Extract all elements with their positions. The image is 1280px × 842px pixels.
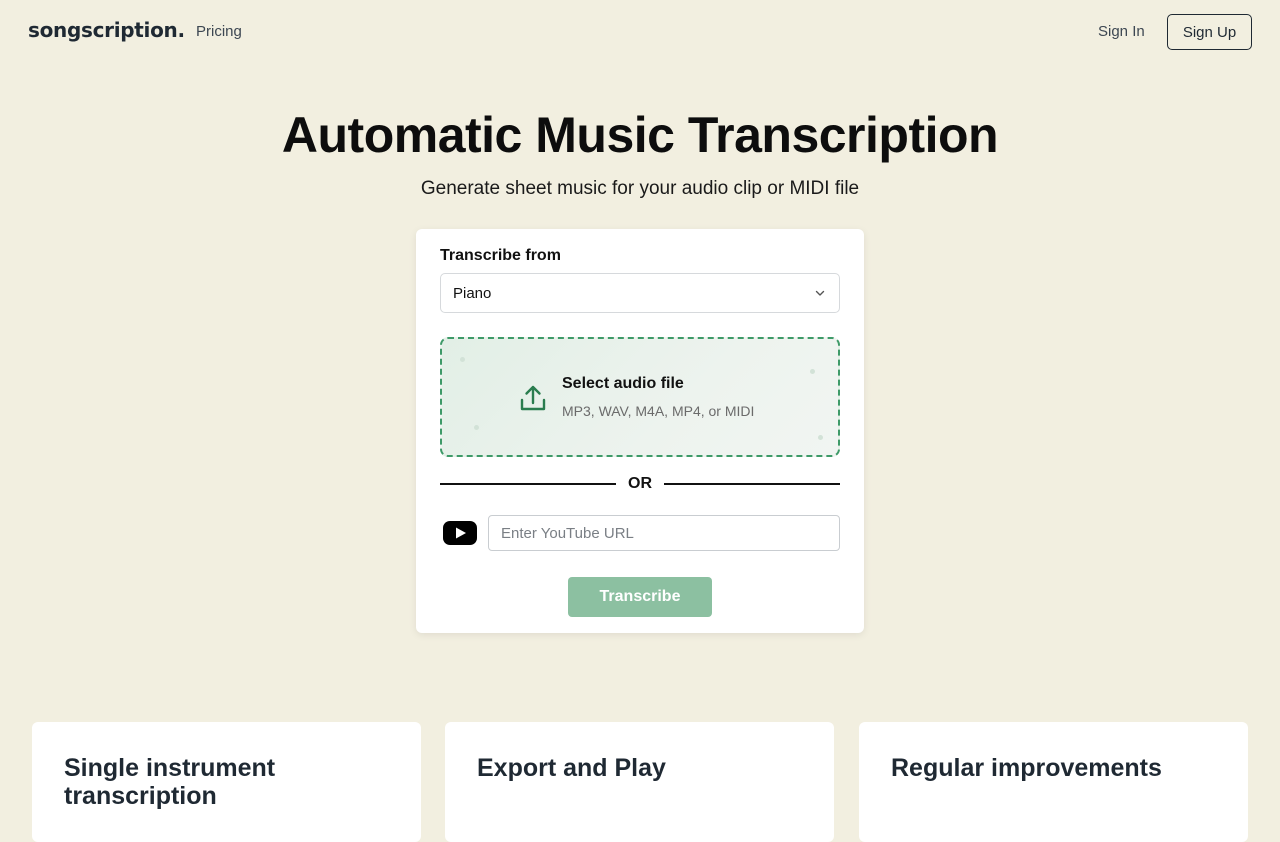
feature-card: Single instrument transcription <box>32 722 421 842</box>
decorative-dot <box>460 357 465 362</box>
decorative-dot <box>810 369 815 374</box>
transcribe-card: Transcribe from Piano Select audio file … <box>416 229 864 633</box>
or-label: OR <box>628 475 652 492</box>
transcribe-from-label: Transcribe from <box>440 247 561 264</box>
logo[interactable]: songscription. <box>28 18 185 42</box>
chevron-down-icon <box>815 290 825 296</box>
sign-up-button[interactable]: Sign Up <box>1167 14 1252 50</box>
feature-card: Regular improvements <box>859 722 1248 842</box>
divider-line <box>440 483 616 485</box>
nav-link-pricing[interactable]: Pricing <box>196 23 242 40</box>
sign-in-link[interactable]: Sign In <box>1098 23 1145 40</box>
youtube-url-input[interactable] <box>488 515 840 551</box>
decorative-dot <box>474 425 479 430</box>
feature-title: Regular improvements <box>891 754 1162 782</box>
dropzone-formats: MP3, WAV, M4A, MP4, or MIDI <box>562 403 755 419</box>
dropzone-title: Select audio file <box>562 375 684 392</box>
divider-line <box>664 483 840 485</box>
page-subtitle: Generate sheet music for your audio clip… <box>420 178 860 199</box>
audio-file-dropzone[interactable]: Select audio file MP3, WAV, M4A, MP4, or… <box>440 337 840 457</box>
feature-card: Export and Play <box>445 722 834 842</box>
top-nav: songscription. Pricing Sign In Sign Up <box>0 0 1280 64</box>
instrument-select[interactable]: Piano <box>440 273 840 313</box>
instrument-select-value: Piano <box>453 285 492 302</box>
feature-title: Export and Play <box>477 754 666 782</box>
page-title: Automatic Music Transcription <box>281 107 999 163</box>
or-divider: OR <box>440 474 840 494</box>
decorative-dot <box>818 435 823 440</box>
transcribe-button[interactable]: Transcribe <box>568 577 712 617</box>
youtube-icon <box>443 521 477 545</box>
upload-icon <box>520 385 546 411</box>
feature-title: Single instrument transcription <box>64 754 276 810</box>
